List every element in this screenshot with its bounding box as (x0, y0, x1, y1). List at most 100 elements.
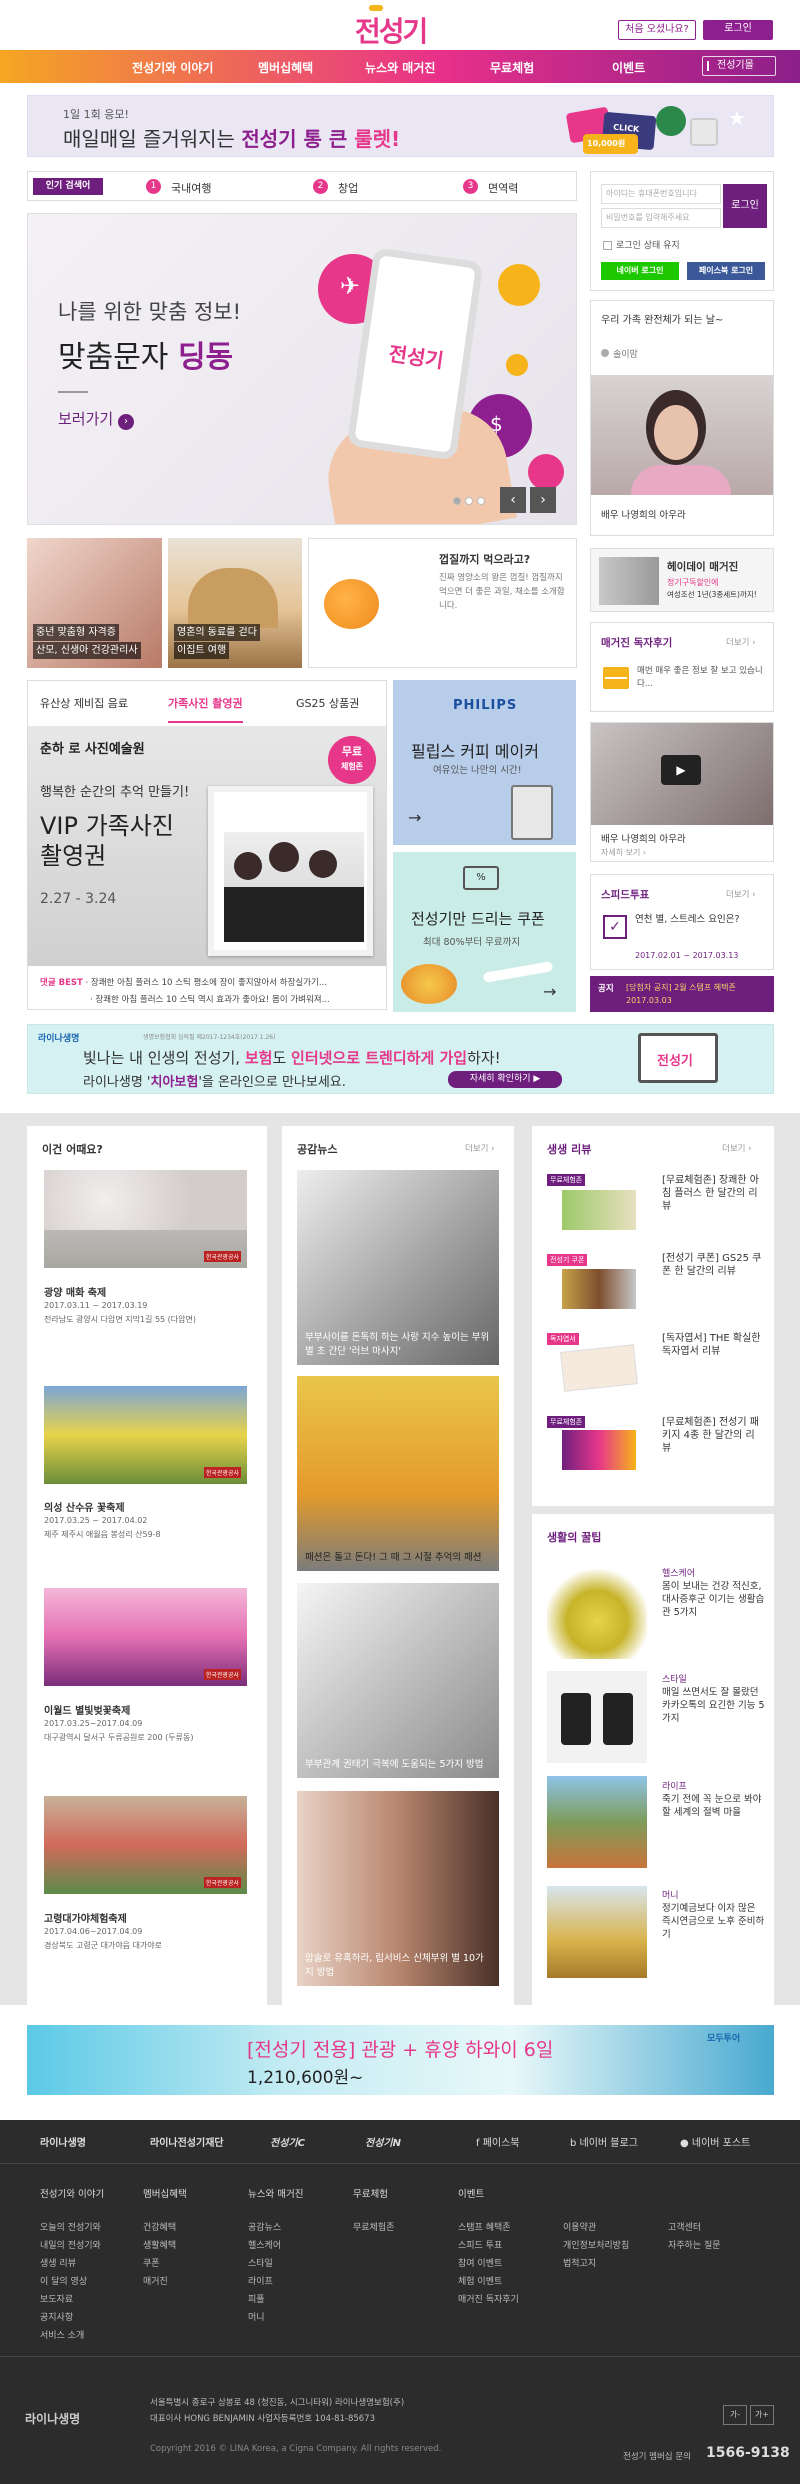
video-card[interactable]: ▶ 배우 나영희의 아우라 자세히 보기 › (590, 722, 774, 862)
footer-col-3-head[interactable]: 뉴스와 매거진 (248, 2186, 303, 2200)
review-title-1[interactable]: [무료체험존] 장쾌한 아침 플러스 한 달간의 리뷰 (662, 1174, 762, 1213)
review-title-4[interactable]: [무료체험존] 전성기 패키지 4종 한 달간의 리뷰 (662, 1416, 762, 1455)
footer-link[interactable]: 참여 이벤트 (458, 2256, 502, 2269)
password-field[interactable]: 비밀번호를 입력해주세요 (601, 208, 721, 228)
lina-cta-button[interactable]: 자세히 확인하기 ▶ (448, 1071, 562, 1088)
festival-name-3[interactable]: 이월드 별빛벚꽃축제 (44, 1702, 130, 1717)
festival-photo-1[interactable]: 한국관광공사 (44, 1170, 247, 1268)
festival-name-4[interactable]: 고령대가야체험축제 (44, 1910, 127, 1925)
photo-sphinx[interactable]: 영혼의 동료를 걷다 이집트 여행 (168, 538, 302, 668)
festival-photo-3[interactable]: 한국관광공사 (44, 1588, 247, 1686)
footer-link[interactable]: 보도자료 (40, 2292, 73, 2305)
footer-link[interactable]: 생생 리뷰 (40, 2256, 76, 2269)
mall-button[interactable]: 전성기몰 (702, 56, 776, 76)
footer-col-2-head[interactable]: 멤버십혜택 (143, 2186, 187, 2200)
footer-facebook[interactable]: f 페이스북 (476, 2134, 520, 2149)
review-photo-2[interactable] (562, 1269, 636, 1309)
vip-photo-banner[interactable]: 춘하 로 사진예술원 행복한 순간의 추억 만들기! VIP 가족사진 촬영권 … (28, 726, 386, 966)
login-top-button[interactable]: 로그인 (703, 20, 773, 40)
footer-col-5-head[interactable]: 이벤트 (458, 2186, 484, 2200)
footer-link[interactable]: 서비스 소개 (40, 2328, 84, 2341)
footer-naver-blog[interactable]: b 네이버 블로그 (570, 2134, 638, 2149)
festival-photo-2[interactable]: 한국관광공사 (44, 1386, 247, 1484)
tip-photo-3[interactable] (547, 1776, 647, 1868)
notice-bar[interactable]: 공지 [당첨자 공지] 2월 스탬프 혜택존 2017.03.03 (590, 976, 774, 1012)
footer-link[interactable]: 스타일 (248, 2256, 273, 2269)
festival-name-2[interactable]: 의성 산수유 꽃축제 (44, 1499, 125, 1514)
footer-link[interactable]: 고객센터 (668, 2220, 701, 2233)
news-photo-2[interactable]: 패션은 돌고 돈다! 그 때 그 시절 추억의 패션 (297, 1376, 499, 1571)
news-photo-3[interactable]: 부부관계 권태기 극복에 도움되는 5가지 방법 (297, 1583, 499, 1778)
hero-prev-button[interactable]: ‹ (500, 487, 526, 513)
gift-tab-2[interactable]: 가족사진 촬영권 (168, 695, 243, 723)
footer-col-4-head[interactable]: 무료체험 (353, 2186, 388, 2200)
tip-photo-1[interactable] (547, 1564, 647, 1659)
footer-link[interactable]: 피플 (248, 2292, 265, 2305)
philips-banner[interactable]: PHILIPS 필립스 커피 메이커 여유있는 나만의 시간! → (393, 680, 576, 845)
id-field[interactable]: 아이디는 휴대폰번호입니다 (601, 184, 721, 204)
photo-baby-feet[interactable]: 중년 맞춤형 자격증 산모, 신생아 건강관리사 (27, 538, 162, 668)
footer-link[interactable]: 공지사항 (40, 2310, 73, 2323)
tip-title-1[interactable]: 몸이 보내는 건강 적신호, 대사증후군 이기는 생활습관 5가지 (662, 1580, 766, 1619)
gift-tab-3[interactable]: GS25 상품권 (296, 695, 359, 711)
footer-link[interactable]: 헬스케어 (248, 2238, 281, 2251)
keep-login-checkbox[interactable]: 로그인 상태 유지 (603, 238, 680, 251)
nav-free-trial[interactable]: 무료체험 (490, 59, 534, 76)
review-title-2[interactable]: [전성기 쿠폰] GS25 쿠폰 한 달간의 리뷰 (662, 1252, 762, 1278)
footer-naver-post[interactable]: ● 네이버 포스트 (680, 2134, 750, 2149)
tip-photo-4[interactable] (547, 1886, 647, 1978)
footer-link[interactable]: 개인정보처리방침 (563, 2238, 629, 2251)
review-photo-4[interactable] (562, 1430, 636, 1470)
tip-title-2[interactable]: 매일 쓰면서도 잘 몰랐던 카카오톡의 요긴한 기능 5가지 (662, 1686, 766, 1725)
footer-link[interactable]: 이용약관 (563, 2220, 596, 2233)
login-button[interactable]: 로그인 (723, 184, 767, 228)
review-title-3[interactable]: [독자엽서] THE 확실한 독자엽서 리뷰 (662, 1332, 762, 1358)
nav-story[interactable]: 전성기와 이야기 (132, 59, 213, 76)
footer-brand-4[interactable]: 전성기N (365, 2134, 401, 2149)
news-photo-4[interactable]: 압술로 유혹하라, 립서비스 신체부위 별 10가지 방법 (297, 1791, 499, 1986)
roulette-banner[interactable]: 1일 1회 응모! 매일매일 즐거워지는 전성기 통 큰 룰렛! CLICK 1… (27, 95, 774, 157)
footer-link[interactable]: 공감뉴스 (248, 2220, 281, 2233)
review-more-link[interactable]: 더보기 › (722, 1142, 752, 1154)
slide-dot-2[interactable] (465, 497, 473, 505)
facebook-login-button[interactable]: 페이스북 로그인 (687, 262, 765, 280)
footer-link[interactable]: 스피드 투표 (458, 2238, 502, 2251)
hero-cta[interactable]: 보러가기 › (58, 408, 134, 430)
gift-tab-1[interactable]: 유산상 제비집 음료 (40, 695, 128, 711)
hawaii-banner[interactable]: [전성기 전용] 관광 + 휴양 하와이 6일 1,210,600원~ 모두투어 (27, 2025, 774, 2095)
hero-banner[interactable]: 나를 위한 맞춤 정보! 맞춤문자 딩동 보러가기 › ✈ $ 전성기 ‹ › (27, 213, 577, 525)
footer-link[interactable]: 내일의 전성기와 (40, 2238, 101, 2251)
font-size-up-button[interactable]: 가+ (750, 2405, 774, 2425)
reader-more-link[interactable]: 더보기 › (726, 636, 756, 648)
speed-poll-card[interactable]: 스피드투표 더보기 › ✓ 연천 별, 스트레스 요인은? 2017.02.01… (590, 874, 774, 970)
keyword-2[interactable]: 창업 (338, 180, 358, 196)
play-icon[interactable]: ▶ (661, 755, 701, 785)
coupon-banner[interactable]: % 전성기만 드리는 쿠폰 최대 80%부터 무료까지 → (393, 852, 576, 1012)
nav-news[interactable]: 뉴스와 매거진 (365, 59, 435, 76)
news-photo-1[interactable]: 부부사이를 돈독히 하는 사랑 지수 높이는 부위별 초 간단 '러브 마사지' (297, 1170, 499, 1365)
nav-event[interactable]: 이벤트 (612, 59, 645, 76)
tangerine-card[interactable]: 껍질까지 먹으라고? 진짜 영양소의 왕은 껍질! 껍질까지 먹으면 더 좋은 … (308, 538, 577, 668)
naver-login-button[interactable]: 네이버 로그인 (601, 262, 679, 280)
footer-link[interactable]: 무료체험존 (353, 2220, 394, 2233)
lina-insurance-banner[interactable]: 라이나생명 생명보험협회 심의필 제2017-1234호(2017.1.26) … (27, 1024, 774, 1094)
footer-link[interactable]: 스탬프 혜택존 (458, 2220, 511, 2233)
festival-photo-4[interactable]: 한국관광공사 (44, 1796, 247, 1894)
footer-link[interactable]: 생활혜택 (143, 2238, 176, 2251)
slide-dot-1[interactable] (453, 497, 461, 505)
font-size-down-button[interactable]: 가- (723, 2405, 747, 2425)
best-comment-2[interactable]: · 장쾌한 아침 플러스 10 스틱 역시 효과가 좋아요! 몸이 가벼워져..… (90, 993, 330, 1005)
slide-dot-3[interactable] (477, 497, 485, 505)
footer-link[interactable]: 오늘의 전성기와 (40, 2220, 101, 2233)
footer-col-1-head[interactable]: 전성기와 이야기 (40, 2186, 104, 2200)
footer-link[interactable]: 매거진 (143, 2274, 168, 2287)
news-more-link[interactable]: 더보기 › (465, 1142, 495, 1154)
tip-photo-2[interactable] (547, 1671, 647, 1763)
footer-link[interactable]: 이 달의 영상 (40, 2274, 87, 2287)
review-photo-1[interactable] (562, 1190, 636, 1230)
story-card[interactable]: 우리 가족 완전체가 되는 날~ 솔이맘 배우 나영희의 아우라 (590, 300, 774, 536)
footer-link[interactable]: 머니 (248, 2310, 265, 2323)
footer-link[interactable]: 법적고지 (563, 2256, 596, 2269)
tip-title-3[interactable]: 죽기 전에 꼭 눈으로 봐야 할 세계의 절벽 마을 (662, 1793, 766, 1819)
keyword-1[interactable]: 국내여행 (171, 180, 211, 196)
